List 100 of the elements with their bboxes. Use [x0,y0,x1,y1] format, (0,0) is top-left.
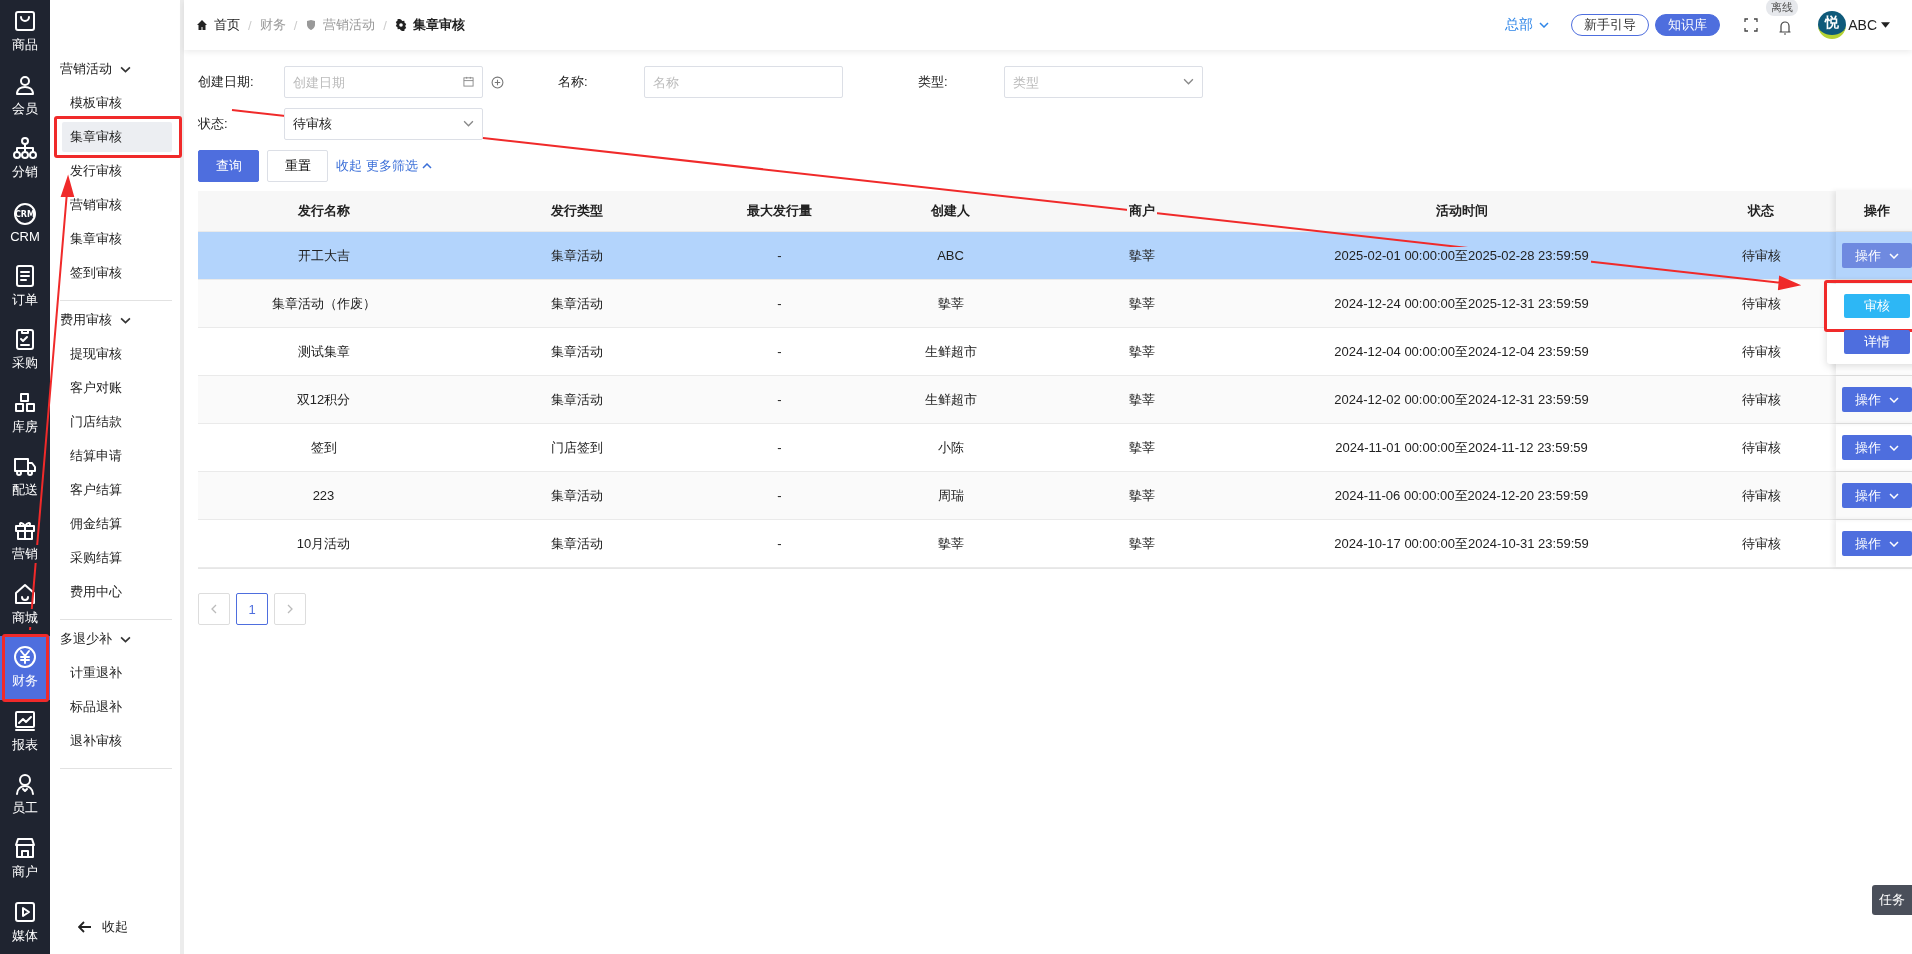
org-selector[interactable]: 总部 [1505,16,1550,34]
shield-icon [305,19,318,31]
submenu-item[interactable]: 标品退补 [62,692,172,722]
breadcrumb-separator: / [248,17,252,33]
chart-icon [13,708,37,733]
play-icon [13,899,37,924]
breadcrumb-separator: / [293,17,298,33]
submenu-item[interactable]: 发行审核 [62,156,172,186]
fullscreen-icon[interactable] [1744,18,1759,32]
status-select[interactable]: 待审核 [284,108,483,140]
collapse-button[interactable]: 收起 [78,912,172,942]
home-icon [196,19,208,31]
field-label: 名称: [558,73,589,91]
submenu-item[interactable]: 模板审核 [62,88,172,118]
column-header: 操作 [1836,191,1912,231]
breadcrumb-link[interactable]: 集章审核 [394,16,465,34]
yen-icon [13,645,37,670]
chevron-icon [422,163,432,169]
chevron-icon [1888,252,1899,259]
submenu-item[interactable]: 佣金结算 [62,509,172,539]
nav-item[interactable]: 会员 [0,63,50,128]
action-button[interactable]: 操作 [1841,435,1912,460]
submenu-item[interactable]: 签到审核 [62,258,172,288]
knowledge-button[interactable]: 知识库 [1655,14,1721,36]
bag-icon [13,9,37,34]
network-icon [13,136,37,161]
nav-item[interactable]: 员工 [0,763,50,827]
submenu-item[interactable]: 退补审核 [62,726,172,756]
field-label: 类型: [918,73,949,91]
chevron-icon [463,118,474,129]
collapse-link[interactable]: 收起 [336,157,362,175]
reset-button[interactable]: 重置 [267,150,328,182]
arrow-left-icon [78,921,92,933]
table-row[interactable]: 双12积分 集章活动 - 生鲜超市 摰莘 2024-12-02 00:00:00至2024-12-31 23:59:59 待审核 操作 [198,376,1912,424]
name-field[interactable]: 名称 [644,66,843,98]
clipboard-icon [13,327,37,352]
avatar[interactable]: 悦 [1818,11,1847,39]
breadcrumb-separator: / [383,17,387,33]
date-field[interactable]: 创建日期 [284,66,483,98]
chevron-icon [1888,540,1899,547]
chevron-icon [1183,76,1194,87]
type-select[interactable]: 类型 [1004,66,1203,98]
nav-item[interactable]: 商户 [0,826,50,891]
menu-group-title[interactable]: 费用审核 [60,305,172,335]
blocks-icon [13,390,37,415]
submenu-item[interactable]: 结算申请 [62,441,172,471]
chevron-icon [1888,396,1899,403]
worker-icon [13,772,37,797]
nav-item[interactable]: 配送 [0,445,50,509]
settings-icon [394,19,407,31]
store-icon [13,836,37,860]
chevron-left-icon [211,604,217,614]
table-row[interactable]: 10月活动 集章活动 - 摰莘 摰莘 2024-10-17 00:00:00至2024-10-31 23:59:59 待审核 操作 [198,520,1912,568]
nav-item[interactable]: 商品 [0,0,50,64]
nav-item[interactable]: CRM CRM [0,190,50,255]
submenu-item[interactable]: 计重退补 [62,658,172,688]
nav-item[interactable]: 采购 [0,317,50,382]
nav-item[interactable]: 营销 [0,508,50,573]
chevron-icon [1888,444,1899,451]
document-icon [13,263,37,288]
chevron-right-icon [287,604,293,614]
chevron-icon [1539,22,1550,28]
submenu-item[interactable]: 门店结款 [62,407,172,437]
house-icon [13,581,37,606]
guide-button[interactable]: 新手引导 [1571,14,1650,36]
nav-item[interactable]: 订单 [0,254,50,318]
menu-item[interactable]: 详情 [1844,330,1910,354]
submenu-item[interactable]: 集章审核 [62,122,172,152]
calendar-icon [463,76,474,87]
submenu-item[interactable]: 集章审核 [62,224,172,254]
submenu-item[interactable]: 提现审核 [62,339,172,369]
more-filters-link[interactable]: 更多筛选 [366,157,432,175]
breadcrumb-link[interactable]: 首页 [196,16,240,34]
nav-item[interactable]: 分销 [0,127,50,191]
submenu-item[interactable]: 费用中心 [62,577,172,607]
page-button[interactable]: 1 [236,593,268,625]
chevron-icon [1888,492,1899,499]
nav-item[interactable]: 媒体 [0,890,50,954]
nav-item[interactable]: 库房 [0,381,50,446]
user-menu[interactable]: ABC [1848,17,1890,33]
caret-icon [1881,22,1890,28]
task-button[interactable]: 任务 [1872,885,1912,915]
bell-icon[interactable] [1778,21,1793,35]
action-button[interactable]: 操作 [1841,483,1912,508]
submenu-item[interactable]: 采购结算 [62,543,172,573]
crm-icon: CRM [13,201,37,226]
submenu-item[interactable]: 客户对账 [62,373,172,403]
field-label: 创建日期: [198,73,255,91]
menu-group-title[interactable]: 多退少补 [60,624,172,654]
submenu-item[interactable]: 营销审核 [62,190,172,220]
nav-item[interactable]: 报表 [0,699,50,764]
table-row[interactable]: 223 集章活动 - 周瑞 摰莘 2024-11-06 00:00:00至2024-12-20 23:59:59 待审核 操作 [198,472,1912,520]
menu-group-title[interactable]: 营销活动 [60,54,172,84]
add-icon[interactable] [491,75,504,89]
field-label: 状态: [198,115,229,133]
query-button[interactable]: 查询 [198,150,259,182]
submenu-item[interactable]: 客户结算 [62,475,172,505]
action-button[interactable]: 操作 [1841,531,1912,556]
action-button[interactable]: 操作 [1841,387,1912,412]
status-badge: 离线 [1766,0,1799,16]
